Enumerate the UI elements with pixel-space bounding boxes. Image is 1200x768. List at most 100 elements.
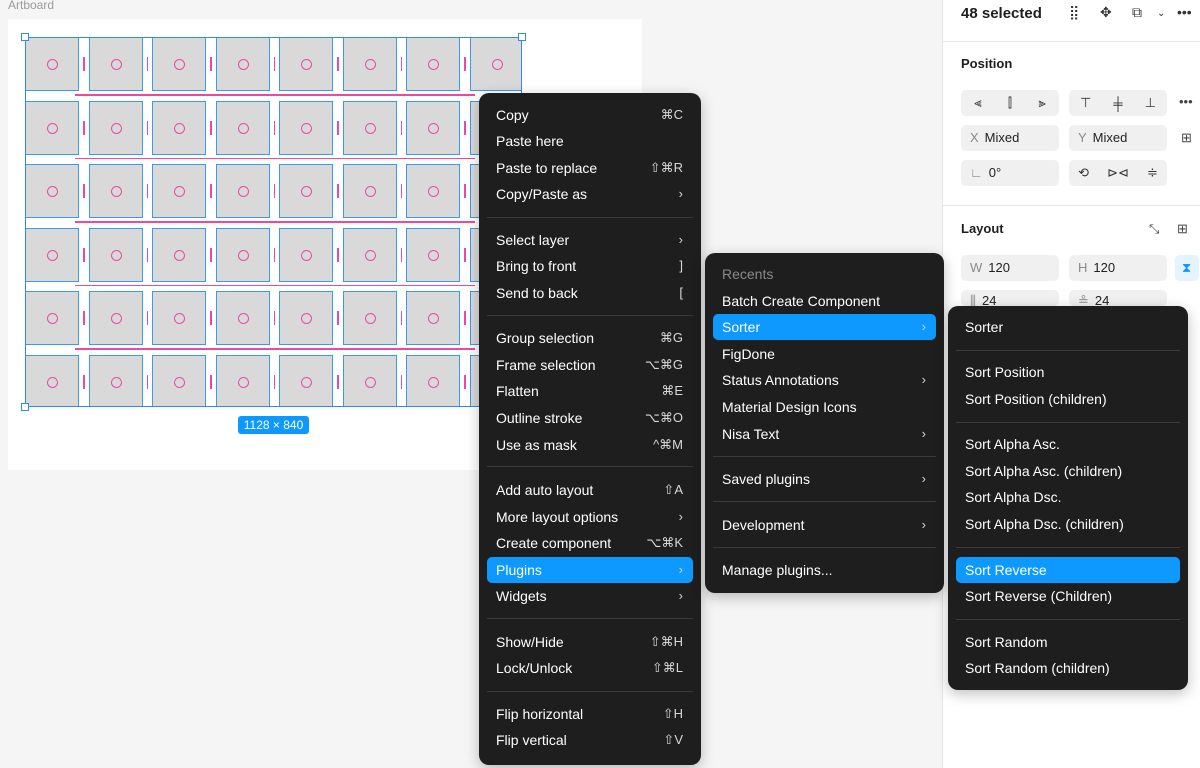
- plugin-item-material-design-icons[interactable]: Material Design Icons: [713, 394, 936, 420]
- shortcut-label: ⇧⌘L: [651, 660, 683, 675]
- vertical-gap-field[interactable]: ≗ 24: [1069, 290, 1167, 308]
- plugin-item-status-annotations[interactable]: Status Annotations ›: [713, 367, 936, 393]
- height-field[interactable]: H 120: [1069, 255, 1167, 281]
- menu-item-copy[interactable]: Copy ⌘C: [487, 102, 693, 128]
- menu-item-add-auto-layout[interactable]: Add auto layout ⇧A: [487, 477, 693, 503]
- position-section-title: Position: [961, 56, 1013, 71]
- align-center-v-icon[interactable]: ╪: [1113, 96, 1122, 111]
- menu-item-bring-to-front[interactable]: Bring to front]: [487, 253, 693, 279]
- menu-item-flip-horizontal[interactable]: Flip horizontal ⇧H: [487, 701, 693, 727]
- h-label: H: [1078, 260, 1088, 275]
- menu-item-flatten[interactable]: Flatten ⌘E: [487, 378, 693, 404]
- menu-item-paste-to-replace[interactable]: Paste to replace ⇧⌘R: [487, 155, 693, 181]
- artboard-label[interactable]: Artboard: [8, 0, 54, 12]
- horizontal-gap-field[interactable]: ⫼ 24: [961, 290, 1059, 308]
- plugin-item-manage-plugins[interactable]: Manage plugins...: [713, 557, 936, 583]
- plugin-item-sorter[interactable]: Sorter ›: [713, 314, 936, 340]
- selection-size-badge: 1128 × 840: [238, 416, 309, 434]
- constraints-icon[interactable]: ⊞: [1181, 130, 1192, 146]
- flip-vertical-icon[interactable]: ≑: [1147, 165, 1158, 181]
- vertical-align-group[interactable]: ⊤ ╪ ⊥: [1069, 90, 1167, 116]
- menu-item-label: Widgets: [496, 588, 547, 604]
- collapse-icon[interactable]: ⤡: [1149, 221, 1159, 237]
- rotate-icon[interactable]: ⟲: [1078, 165, 1089, 181]
- sorter-item-sort-random-children[interactable]: Sort Random (children): [956, 655, 1180, 681]
- menu-item-create-component[interactable]: Create component ⌥⌘K: [487, 530, 693, 556]
- width-field[interactable]: W 120: [961, 255, 1059, 281]
- more-icon[interactable]: •••: [1177, 4, 1192, 20]
- menu-item-more-layout-options[interactable]: More layout options ›: [487, 504, 693, 530]
- sorter-item-sort-reverse[interactable]: Sort Reverse: [956, 557, 1180, 583]
- align-center-h-icon[interactable]: ⫿: [1008, 95, 1012, 111]
- menu-item-outline-stroke[interactable]: Outline stroke ⌥⌘O: [487, 405, 693, 431]
- menu-item-show-hide[interactable]: Show/Hide ⇧⌘H: [487, 629, 693, 655]
- chevron-right-icon: ›: [678, 232, 683, 247]
- menu-separator: [956, 350, 1180, 351]
- section-divider: [943, 205, 1200, 206]
- grid-icon[interactable]: ⣿: [1069, 4, 1079, 21]
- y-field[interactable]: Y Mixed: [1069, 125, 1167, 151]
- menu-item-frame-selection[interactable]: Frame selection ⌥⌘G: [487, 352, 693, 378]
- rotation-field[interactable]: ∟ 0°: [961, 160, 1059, 186]
- shortcut-label: ⇧A: [663, 482, 683, 497]
- sorter-item-sort-position-children[interactable]: Sort Position (children): [956, 386, 1180, 412]
- sorter-item-sort-position[interactable]: Sort Position: [956, 359, 1180, 385]
- shortcut-label: ⇧V: [663, 732, 683, 747]
- sorter-item-sorter[interactable]: Sorter: [956, 314, 1180, 340]
- constrain-proportions-icon[interactable]: ⧗: [1175, 255, 1199, 281]
- sorter-item-sort-alpha-dsc[interactable]: Sort Alpha Dsc.: [956, 484, 1180, 510]
- menu-item-label: Sort Position (children): [965, 391, 1107, 407]
- align-right-icon[interactable]: ⫸: [1038, 95, 1045, 111]
- x-label: X: [970, 130, 979, 145]
- flip-horizontal-icon[interactable]: ⊳⊲: [1107, 165, 1129, 181]
- align-top-icon[interactable]: ⊤: [1080, 95, 1091, 111]
- chevron-down-icon[interactable]: ⌄: [1157, 8, 1165, 19]
- component-icon[interactable]: ✥: [1100, 4, 1112, 21]
- auto-layout-icon[interactable]: ⊞: [1177, 221, 1188, 237]
- sorter-item-sort-alpha-dsc-children[interactable]: Sort Alpha Dsc. (children): [956, 511, 1180, 537]
- chevron-right-icon: ›: [921, 426, 926, 441]
- menu-item-label: Copy: [496, 107, 529, 123]
- plugin-item-saved-plugins[interactable]: Saved plugins ›: [713, 466, 936, 492]
- menu-item-label: Plugins: [496, 562, 542, 578]
- sorter-item-sort-alpha-asc[interactable]: Sort Alpha Asc.: [956, 431, 1180, 457]
- resize-handle-bottom-left[interactable]: [21, 403, 29, 411]
- rotation-icon: ∟: [970, 165, 983, 180]
- plugin-item-batch-create-component[interactable]: Batch Create Component: [713, 288, 936, 314]
- menu-item-select-layer[interactable]: Select layer ›: [487, 227, 693, 253]
- menu-item-label: Sort Alpha Dsc.: [965, 489, 1062, 505]
- menu-item-label: Sort Alpha Asc. (children): [965, 463, 1123, 479]
- menu-item-label: Sort Reverse (Children): [965, 588, 1113, 604]
- menu-item-lock-unlock[interactable]: Lock/Unlock ⇧⌘L: [487, 655, 693, 681]
- align-left-icon[interactable]: ⫷: [974, 95, 981, 111]
- horizontal-align-group[interactable]: ⫷ ⫿ ⫸: [961, 90, 1059, 116]
- menu-item-widgets[interactable]: Widgets ›: [487, 583, 693, 609]
- sorter-item-sort-random[interactable]: Sort Random: [956, 629, 1180, 655]
- resize-handle-top-left[interactable]: [21, 33, 29, 41]
- plugin-item-nisa-text[interactable]: Nisa Text ›: [713, 421, 936, 447]
- menu-item-label: Batch Create Component: [722, 293, 880, 309]
- menu-item-label: Paste to replace: [496, 160, 598, 176]
- x-field[interactable]: X Mixed: [961, 125, 1059, 151]
- menu-item-copy-paste-as[interactable]: Copy/Paste as ›: [487, 181, 693, 207]
- chevron-right-icon: ›: [678, 588, 683, 603]
- menu-item-paste-here[interactable]: Paste here: [487, 128, 693, 154]
- menu-item-use-as-mask[interactable]: Use as mask ^⌘M: [487, 432, 693, 458]
- plugin-item-development[interactable]: Development ›: [713, 512, 936, 538]
- menu-item-plugins[interactable]: Plugins ›: [487, 557, 693, 583]
- menu-item-label: Sort Alpha Dsc. (children): [965, 516, 1124, 532]
- boolean-icon[interactable]: ⧉: [1132, 4, 1142, 21]
- plugin-item-figdone[interactable]: FigDone: [713, 341, 936, 367]
- menu-item-group-selection[interactable]: Group selection ⌘G: [487, 325, 693, 351]
- menu-item-flip-vertical[interactable]: Flip vertical ⇧V: [487, 727, 693, 753]
- shortcut-label: ⇧⌘H: [649, 634, 683, 649]
- menu-item-label: Frame selection: [496, 357, 596, 373]
- menu-item-label: More layout options: [496, 509, 619, 525]
- sorter-item-sort-alpha-asc-children[interactable]: Sort Alpha Asc. (children): [956, 458, 1180, 484]
- transform-group[interactable]: ⟲ ⊳⊲ ≑: [1069, 160, 1167, 186]
- align-bottom-icon[interactable]: ⊥: [1145, 95, 1156, 111]
- more-alignment-icon[interactable]: •••: [1179, 94, 1193, 109]
- menu-item-send-to-back[interactable]: Send to back [: [487, 280, 693, 306]
- resize-handle-top-right[interactable]: [518, 33, 526, 41]
- sorter-item-sort-reverse-children[interactable]: Sort Reverse (Children): [956, 583, 1180, 609]
